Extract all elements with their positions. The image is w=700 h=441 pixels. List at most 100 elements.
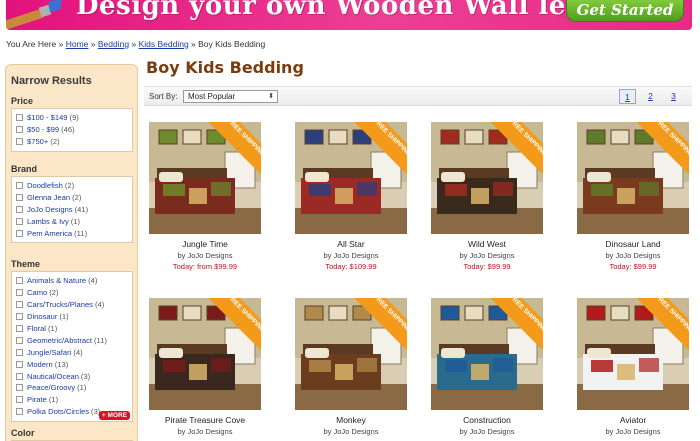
filter-option[interactable]: Floral (1)	[16, 323, 128, 335]
filter-option-label[interactable]: Cars/Trucks/Planes	[27, 300, 93, 309]
filter-checkbox[interactable]	[16, 301, 23, 309]
filter-option[interactable]: $50 - $99 (46)	[16, 124, 128, 136]
filter-checkbox[interactable]	[16, 182, 23, 190]
product-name[interactable]: Aviator	[568, 415, 698, 425]
filter-option-label[interactable]: Jungle/Safari	[27, 348, 71, 357]
filter-option-label[interactable]: Geometric/Abstract	[27, 336, 92, 345]
filter-checkbox[interactable]	[16, 348, 23, 356]
product-thumbnail[interactable]: FREE SHIPPING	[577, 298, 689, 410]
product-thumbnail[interactable]: FREE SHIPPING	[149, 298, 261, 410]
filter-option-label[interactable]: $50 - $99	[27, 125, 59, 134]
breadcrumb-home-link[interactable]: Home	[66, 39, 89, 49]
filter-option[interactable]: Nautical/Ocean (3)	[16, 370, 128, 382]
filter-checkbox[interactable]	[16, 289, 23, 297]
filter-checkbox[interactable]	[16, 384, 23, 392]
breadcrumb-kids-bedding-link[interactable]: Kids Bedding	[139, 39, 189, 49]
filter-option-label[interactable]: Polka Dots/Circles	[27, 407, 89, 416]
sort-select[interactable]: Most Popular ⬍	[183, 90, 278, 103]
filter-option[interactable]: JoJo Designs (41)	[16, 204, 128, 216]
filter-checkbox[interactable]	[16, 277, 23, 285]
filter-option[interactable]: Doodlefish (2)	[16, 180, 128, 192]
filter-option[interactable]: Glenna Jean (2)	[16, 192, 128, 204]
filter-option-label[interactable]: $100 - $149	[27, 113, 68, 122]
product-name[interactable]: Wild West	[422, 239, 552, 249]
product-name[interactable]: Pirate Treasure Cove	[140, 415, 270, 425]
filter-checkbox[interactable]	[16, 336, 23, 344]
filter-option-count: (1)	[48, 324, 58, 333]
product-card[interactable]: FREE SHIPPING Jungle Time by JoJo Designs T…	[140, 122, 270, 271]
filter-option[interactable]: Peace/Groovy (1)	[16, 382, 128, 394]
filter-option-label[interactable]: Floral	[27, 324, 46, 333]
filter-checkbox[interactable]	[16, 396, 23, 404]
product-thumbnail[interactable]: FREE SHIPPING	[295, 122, 407, 234]
filter-checkbox[interactable]	[16, 114, 23, 122]
filter-checkbox[interactable]	[16, 194, 23, 202]
product-card[interactable]: FREE SHIPPING Dinosaur Land by JoJo Design…	[568, 122, 698, 271]
breadcrumb: You Are Here » Home » Bedding » Kids Bed…	[6, 39, 265, 49]
product-card[interactable]: FREE SHIPPING Monkey by JoJo Designs	[286, 298, 416, 438]
get-started-button[interactable]: Get Started >>	[566, 0, 684, 30]
filter-option[interactable]: Modern (13)	[16, 358, 128, 370]
filter-option-label[interactable]: Lambs & Ivy	[27, 217, 69, 226]
filter-option[interactable]: $100 - $149 (9)	[16, 112, 128, 124]
product-card[interactable]: FREE SHIPPING Pirate Treasure Cove by JoJo…	[140, 298, 270, 438]
filter-option-label[interactable]: Animals & Nature	[27, 276, 86, 285]
filter-option-label[interactable]: Pem America	[27, 229, 72, 238]
filter-option[interactable]: Lambs & Ivy (1)	[16, 216, 128, 228]
product-card[interactable]: FREE SHIPPING Aviator by JoJo Designs	[568, 298, 698, 438]
product-card[interactable]: FREE SHIPPING All Star by JoJo Designs Toda…	[286, 122, 416, 271]
filter-checkbox[interactable]	[16, 218, 23, 226]
filter-checkbox[interactable]	[16, 313, 23, 321]
product-name[interactable]: Construction	[422, 415, 552, 425]
product-thumbnail[interactable]: FREE SHIPPING	[577, 122, 689, 234]
filter-option-label[interactable]: JoJo Designs	[27, 205, 73, 214]
filter-option[interactable]: Animals & Nature (4)	[16, 275, 128, 287]
product-card[interactable]: FREE SHIPPING Wild West by JoJo Designs Tod…	[422, 122, 552, 271]
promo-banner[interactable]: Design your own Wooden Wall letters Get …	[6, 0, 692, 30]
filter-option[interactable]: Geometric/Abstract (11)	[16, 334, 128, 346]
paintbrush-icon	[6, 0, 62, 30]
filter-option-count: (11)	[74, 229, 88, 238]
filter-checkbox[interactable]	[16, 206, 23, 214]
product-name[interactable]: All Star	[286, 239, 416, 249]
product-name[interactable]: Monkey	[286, 415, 416, 425]
product-thumbnail[interactable]: FREE SHIPPING	[149, 122, 261, 234]
product-thumbnail[interactable]: FREE SHIPPING	[431, 122, 543, 234]
filter-option-label[interactable]: Nautical/Ocean	[27, 372, 79, 381]
filter-option-count: (1)	[48, 395, 59, 405]
product-name[interactable]: Dinosaur Land	[568, 239, 698, 249]
filter-checkbox[interactable]	[16, 372, 23, 380]
filter-option[interactable]: Dinosaur (1)	[16, 311, 128, 323]
facet-brand: Brand Doodlefish (2) Glenna Jean (2) JoJo Des…	[11, 164, 133, 244]
product-name[interactable]: Jungle Time	[140, 239, 270, 249]
filter-option[interactable]: Cars/Trucks/Planes (4)	[16, 299, 128, 311]
filter-option-label[interactable]: $750+	[27, 137, 48, 146]
page-link-2[interactable]: 2	[642, 89, 659, 104]
filter-checkbox[interactable]	[16, 360, 23, 368]
filter-checkbox[interactable]	[16, 138, 23, 146]
filter-option-label[interactable]: Modern	[27, 360, 53, 369]
filter-option[interactable]: Pem America (11)	[16, 228, 128, 240]
page-link-3[interactable]: 3	[665, 89, 682, 104]
filter-option-label[interactable]: Dinosaur	[27, 312, 57, 321]
more-themes-button[interactable]: + MORE	[98, 410, 130, 420]
page-link-1[interactable]: 1	[619, 89, 636, 104]
filter-option-label[interactable]: Peace/Groovy	[27, 383, 75, 392]
filter-checkbox[interactable]	[16, 408, 23, 416]
filter-option-label[interactable]: Glenna Jean	[27, 193, 70, 202]
filter-option[interactable]: Pirate (1)	[16, 394, 128, 406]
filter-option-label[interactable]: Pirate	[27, 395, 47, 404]
filter-checkbox[interactable]	[16, 325, 23, 332]
filter-option[interactable]: $750+ (2)	[16, 136, 128, 148]
breadcrumb-bedding-link[interactable]: Bedding	[98, 39, 129, 49]
filter-checkbox[interactable]	[16, 230, 23, 237]
filter-option-label[interactable]: Doodlefish	[27, 181, 63, 190]
filter-option[interactable]: Jungle/Safari (4)	[16, 346, 128, 358]
product-price: Today: $109.99	[325, 262, 377, 271]
filter-option[interactable]: Camo (2)	[16, 287, 128, 299]
filter-checkbox[interactable]	[16, 126, 23, 134]
product-thumbnail[interactable]: FREE SHIPPING	[295, 298, 407, 410]
filter-option-label[interactable]: Camo	[27, 288, 47, 297]
product-thumbnail[interactable]: FREE SHIPPING	[431, 298, 543, 410]
product-card[interactable]: FREE SHIPPING Construction by JoJo Designs	[422, 298, 552, 438]
